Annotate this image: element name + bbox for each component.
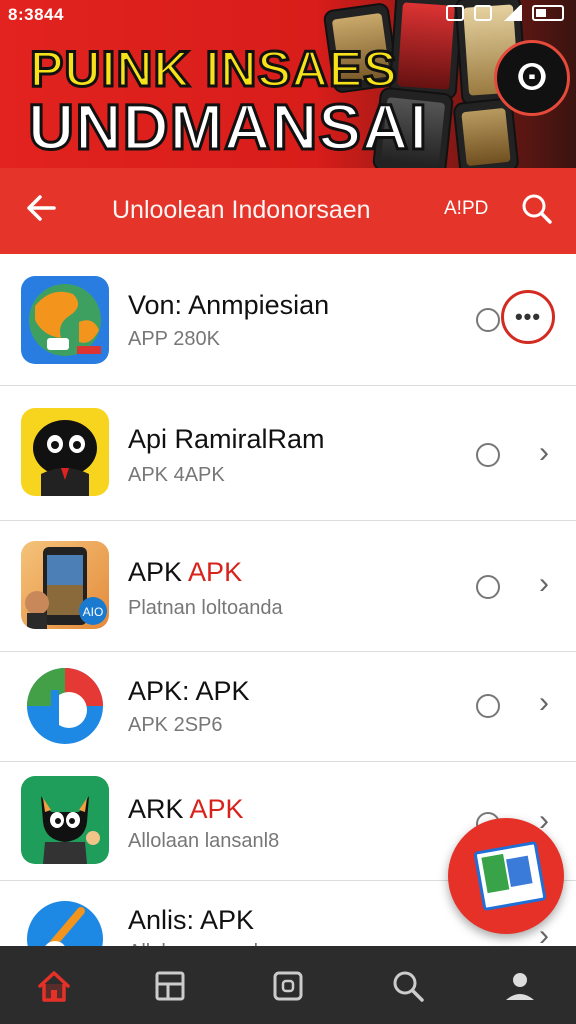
app-title: ARK APK: [128, 794, 244, 825]
back-arrow-icon[interactable]: [24, 190, 60, 226]
square-icon[interactable]: [268, 966, 308, 1006]
chevron-right-icon[interactable]: ›: [539, 686, 549, 720]
banner-logo-icon: ⵙ: [494, 40, 570, 116]
search-icon[interactable]: [520, 192, 554, 226]
ninja-app-icon: [21, 408, 109, 496]
list-item[interactable]: AIO APK APK Platnan loltoanda ›: [0, 521, 576, 652]
gallery-icon: [473, 840, 547, 912]
banner-title-line2: UNDMANSAI: [26, 90, 429, 165]
app-subtitle: Platnan loltoanda: [128, 597, 283, 619]
app-title-accent: APK: [188, 557, 243, 587]
appbar-action-button[interactable]: A!PD: [444, 198, 488, 220]
list-item[interactable]: Api RamiralRam APK 4APK ›: [0, 386, 576, 521]
colorful-d-app-icon: [21, 662, 109, 750]
notification-icon: [446, 5, 464, 21]
app-title-part: ARK: [128, 794, 190, 824]
app-title: Von: Anmpiesian: [128, 290, 330, 320]
status-icons: [446, 5, 564, 21]
bottom-navigation: [0, 946, 576, 1024]
chevron-right-icon[interactable]: ›: [539, 436, 549, 470]
signal-icon: [502, 5, 522, 21]
app-subtitle: APK 4APK: [128, 464, 225, 486]
floating-action-button[interactable]: [448, 818, 564, 934]
list-item[interactable]: APK: APK APK 2SP6 ›: [0, 652, 576, 762]
app-title: Anlis: APK: [128, 905, 255, 935]
cat-character-app-icon: [21, 776, 109, 864]
app-subtitle: APP 280K: [128, 328, 220, 350]
select-radio[interactable]: [476, 443, 500, 467]
app-title: Api RamiralRam: [128, 424, 325, 454]
search-icon[interactable]: [388, 966, 428, 1006]
mute-icon: [474, 5, 492, 21]
apps-grid-icon[interactable]: [150, 966, 190, 1006]
chevron-right-icon[interactable]: ›: [539, 567, 549, 601]
app-title: APK: APK: [128, 676, 250, 706]
app-subtitle: APK 2SP6: [128, 714, 223, 736]
select-radio[interactable]: [476, 308, 500, 332]
app-title-accent: APK: [189, 794, 244, 824]
more-options-button[interactable]: •••: [501, 290, 555, 344]
battery-icon: [532, 5, 564, 21]
profile-icon[interactable]: [500, 966, 540, 1006]
app-title: APK APK: [128, 557, 242, 588]
app-subtitle: Allolaan lansanl8: [128, 830, 280, 852]
app-bar: Unloolean Indonorsaen A!PD: [0, 168, 576, 254]
status-bar: 8:3844: [0, 0, 576, 30]
globe-app-icon: [21, 276, 109, 364]
page-title: Unloolean Indonorsaen: [112, 196, 371, 224]
select-radio[interactable]: [476, 694, 500, 718]
status-time: 8:3844: [8, 5, 64, 24]
home-icon[interactable]: [34, 966, 74, 1006]
select-radio[interactable]: [476, 575, 500, 599]
phone-screenshot-app-icon: AIO: [21, 541, 109, 629]
list-item[interactable]: Von: Anmpiesian APP 280K •••: [0, 254, 576, 386]
app-title-part: APK: [128, 557, 189, 587]
svg-text:AIO: AIO: [83, 605, 104, 619]
